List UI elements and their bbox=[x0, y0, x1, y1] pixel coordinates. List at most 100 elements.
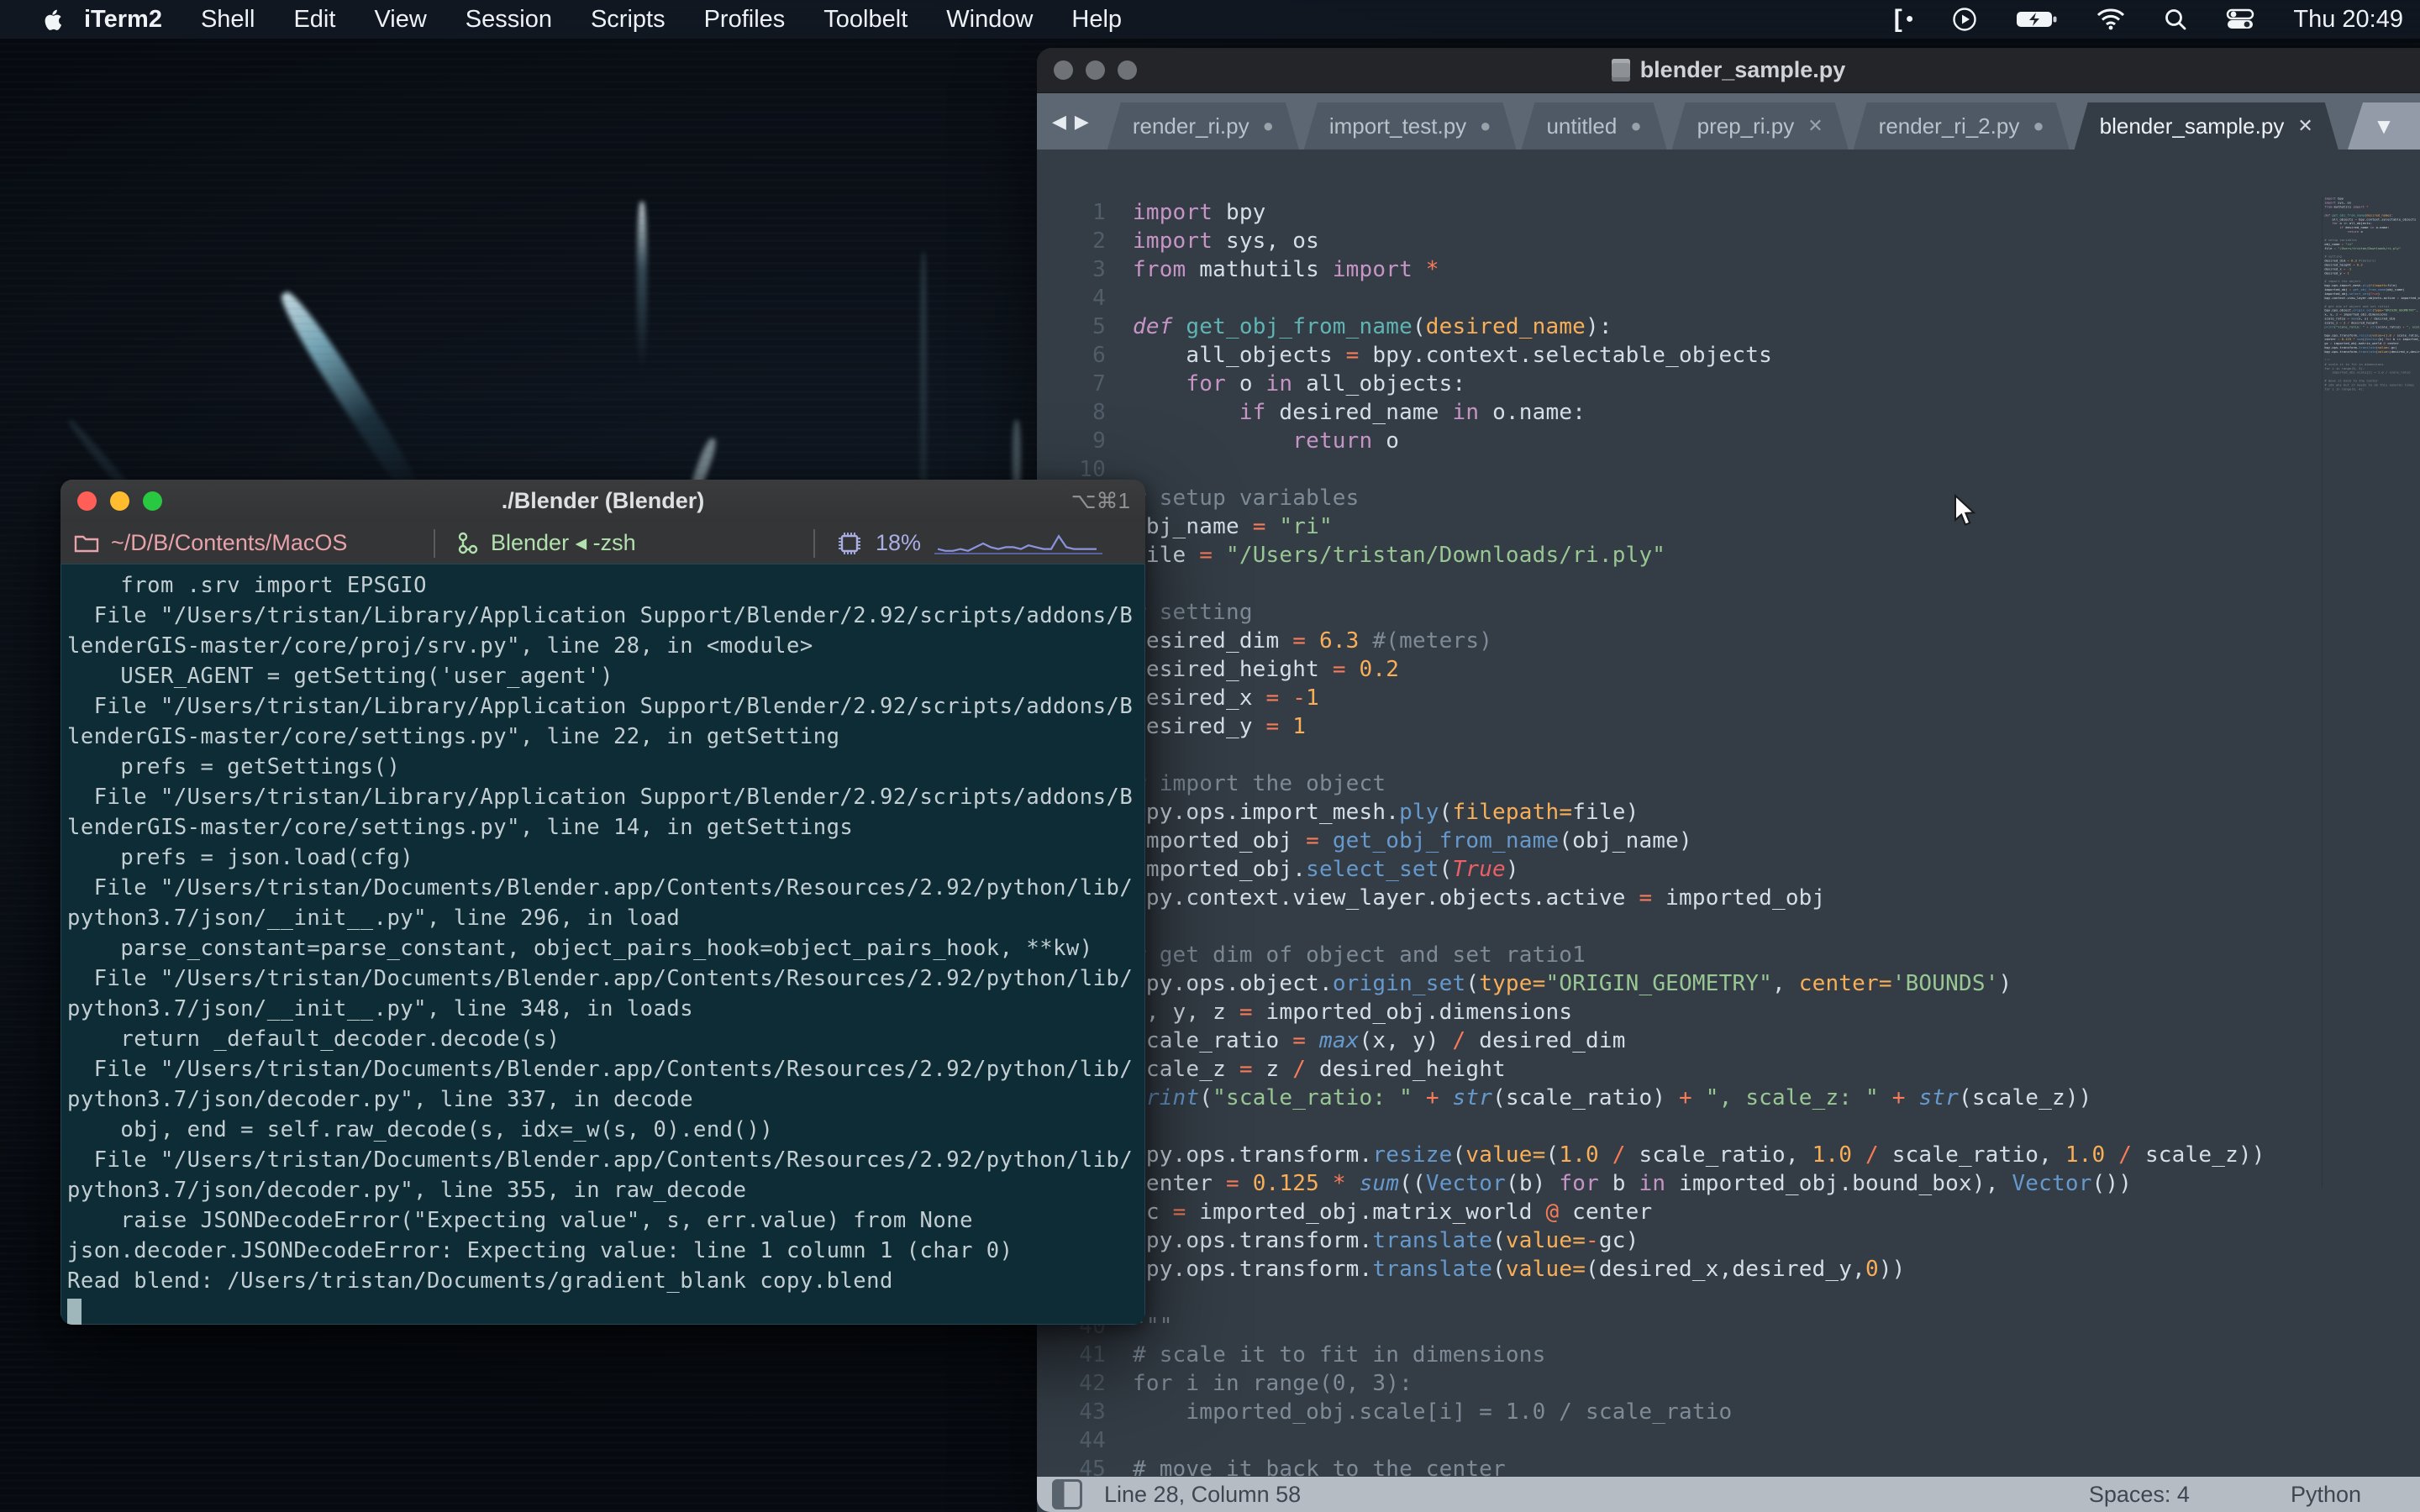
apple-logo-icon bbox=[42, 8, 62, 31]
tab-scroll-left-icon[interactable]: ◀ bbox=[1052, 111, 1066, 133]
code-line[interactable]: 20 bbox=[1037, 741, 2420, 769]
code-line[interactable]: bpy.ops.transform.translate(value=(desir… bbox=[2323, 349, 2420, 354]
terminal-line: python3.7/json/__init__.py", line 348, i… bbox=[67, 994, 1145, 1024]
code-line[interactable]: 30scale_ratio = max(x, y) / desired_dim bbox=[1037, 1026, 2420, 1055]
terminal-line: obj, end = self.raw_decode(s, idx=_w(s, … bbox=[67, 1115, 1145, 1145]
code-line[interactable]: 12obj_name = "ri" bbox=[1037, 512, 2420, 541]
code-line[interactable]: 40""" bbox=[1037, 1312, 2420, 1341]
code-line[interactable]: 10 bbox=[1037, 455, 2420, 484]
code-line[interactable]: 24imported_obj.select_set(True) bbox=[1037, 855, 2420, 884]
code-line[interactable]: 26 bbox=[1037, 912, 2420, 941]
play-circle-icon[interactable] bbox=[1952, 0, 1977, 39]
code-line[interactable]: 6 all_objects = bpy.context.selectable_o… bbox=[1037, 341, 2420, 370]
menu-item-iterm2[interactable]: iTerm2 bbox=[84, 6, 162, 34]
code-line[interactable]: imported_obj.scale[i] = 1.0 / scale_rati… bbox=[2323, 370, 2420, 375]
code-line[interactable]: for i in range(0, 4): bbox=[2323, 387, 2420, 391]
code-line[interactable]: 41# scale it to fit in dimensions bbox=[1037, 1341, 2420, 1369]
code-line[interactable]: 32print("scale_ratio: " + str(scale_rati… bbox=[1037, 1084, 2420, 1112]
code-line[interactable]: 14 bbox=[1037, 570, 2420, 598]
tab-prep_ri.py[interactable]: prep_ri.py✕ bbox=[1672, 102, 1849, 150]
tab-overflow-button[interactable]: ▼ bbox=[2348, 102, 2420, 150]
code-line[interactable]: 1import bpy bbox=[1037, 198, 2420, 227]
tab-close-icon[interactable]: ✕ bbox=[2297, 115, 2312, 137]
battery-charging-icon[interactable] bbox=[2016, 0, 2058, 39]
cpu-component[interactable]: 18% bbox=[815, 530, 1102, 556]
tab-strip: render_ri.py●import_test.py●untitled●pre… bbox=[1107, 102, 2338, 150]
job-component[interactable]: Blender ◂ -zsh bbox=[435, 530, 813, 556]
menu-item-help[interactable]: Help bbox=[1071, 6, 1122, 34]
tab-render_ri_2.py[interactable]: render_ri_2.py● bbox=[1854, 102, 2070, 150]
code-line[interactable]: 5def get_obj_from_name(desired_name): bbox=[1037, 312, 2420, 341]
cwd-component[interactable]: ~/D/B/Contents/MacOS bbox=[60, 530, 434, 556]
menu-item-view[interactable]: View bbox=[374, 6, 426, 34]
code-line[interactable]: 27# get dim of object and set ratio1 bbox=[1037, 941, 2420, 969]
menu-item-session[interactable]: Session bbox=[466, 6, 552, 34]
code-editor-area[interactable]: 1import bpy2import sys, os3from mathutil… bbox=[1037, 197, 2420, 1477]
tab-render_ri.py[interactable]: render_ri.py● bbox=[1107, 102, 1299, 150]
code-line[interactable]: 19desired_y = 1 bbox=[1037, 712, 2420, 741]
tab-untitled[interactable]: untitled● bbox=[1521, 102, 1666, 150]
terminal-output-area[interactable]: from .srv import EPSGIO File "/Users/tri… bbox=[60, 564, 1145, 1325]
code-line[interactable]: 17desired_height = 0.2 bbox=[1037, 655, 2420, 684]
wallpaper-brushstroke bbox=[274, 286, 433, 512]
code-line[interactable]: 16desired_dim = 6.3 #(meters) bbox=[1037, 627, 2420, 655]
code-line[interactable]: 23imported_obj = get_obj_from_name(obj_n… bbox=[1037, 827, 2420, 855]
apple-menu[interactable] bbox=[42, 8, 62, 31]
syntax-setting[interactable]: Python bbox=[2291, 1482, 2361, 1508]
code-line[interactable]: 29x, y, z = imported_obj.dimensions bbox=[1037, 998, 2420, 1026]
code-line[interactable]: 35center = 0.125 * sum((Vector(b) for b … bbox=[1037, 1169, 2420, 1198]
code-line[interactable]: 22bpy.ops.import_mesh.ply(filepath=file) bbox=[1037, 798, 2420, 827]
code-line[interactable]: 37bpy.ops.transform.translate(value=-gc) bbox=[1037, 1226, 2420, 1255]
spotlight-search-icon[interactable] bbox=[2164, 0, 2187, 39]
tab-blender_sample.py[interactable]: blender_sample.py ✕ bbox=[2075, 102, 2338, 150]
tab-close-icon[interactable]: ✕ bbox=[1807, 115, 1823, 137]
code-line[interactable]: bpy.context.view_layer.objects.active = … bbox=[2323, 296, 2420, 300]
tab-scroll-right-icon[interactable]: ▶ bbox=[1075, 111, 1089, 133]
menu-item-scripts[interactable]: Scripts bbox=[591, 6, 666, 34]
menu-item-window[interactable]: Window bbox=[946, 6, 1033, 34]
control-center-icon[interactable] bbox=[2226, 0, 2254, 39]
menu-item-toolbelt[interactable]: Toolbelt bbox=[823, 6, 908, 34]
code-line[interactable]: 8 if desired_name in o.name: bbox=[1037, 398, 2420, 427]
code-line[interactable]: 45# move it back to the center bbox=[1037, 1455, 2420, 1477]
code-line[interactable]: print("scale_ratio: " + str(scale_ratio)… bbox=[2323, 325, 2420, 329]
menu-item-edit[interactable]: Edit bbox=[293, 6, 335, 34]
code-line[interactable]: 25bpy.context.view_layer.objects.active … bbox=[1037, 884, 2420, 912]
terminal-window-title: ./Blender (Blender) bbox=[60, 488, 1145, 514]
tab-label: blender_sample.py bbox=[2100, 113, 2285, 139]
menu-item-profiles[interactable]: Profiles bbox=[704, 6, 786, 34]
code-line[interactable]: 2import sys, os bbox=[1037, 227, 2420, 255]
editor-minimap[interactable]: import bpyimport sys, osfrom mathutils i… bbox=[2322, 197, 2420, 1188]
menu-bar-clock[interactable]: Thu 20:49 bbox=[2293, 6, 2403, 34]
code-line[interactable]: 28bpy.ops.object.origin_set(type="ORIGIN… bbox=[1037, 969, 2420, 998]
code-line[interactable]: 43 imported_obj.scale[i] = 1.0 / scale_r… bbox=[1037, 1398, 2420, 1426]
code-line[interactable]: 38bpy.ops.transform.translate(value=(des… bbox=[1037, 1255, 2420, 1284]
editor-title-bar[interactable]: blender_sample.py bbox=[1037, 48, 2420, 93]
sidebar-toggle-icon[interactable] bbox=[1052, 1479, 1082, 1509]
code-line[interactable]: 9 return o bbox=[1037, 427, 2420, 455]
terminal-cursor bbox=[67, 1299, 82, 1325]
code-line[interactable]: 21# import the object bbox=[1037, 769, 2420, 798]
code-line[interactable]: 18desired_x = -1 bbox=[1037, 684, 2420, 712]
code-line[interactable]: 7 for o in all_objects: bbox=[1037, 370, 2420, 398]
wifi-icon[interactable] bbox=[2096, 0, 2125, 39]
screen-capture-icon[interactable]: [● bbox=[1894, 0, 1914, 39]
code-line[interactable]: 13file = "/Users/tristan/Downloads/ri.pl… bbox=[1037, 541, 2420, 570]
code-line[interactable]: 39 bbox=[1037, 1284, 2420, 1312]
code-line[interactable]: 31scale_z = z / desired_height bbox=[1037, 1055, 2420, 1084]
terminal-title-bar[interactable]: ./Blender (Blender) ⌥⌘1 bbox=[60, 480, 1145, 523]
code-line[interactable]: 33 bbox=[1037, 1112, 2420, 1141]
code-line[interactable]: 36gc = imported_obj.matrix_world @ cente… bbox=[1037, 1198, 2420, 1226]
code-line[interactable]: 4 bbox=[1037, 284, 2420, 312]
code-line[interactable]: 11# setup variables bbox=[1037, 484, 2420, 512]
code-line[interactable]: 15# setting bbox=[1037, 598, 2420, 627]
code-line[interactable]: 34bpy.ops.transform.resize(value=(1.0 / … bbox=[1037, 1141, 2420, 1169]
indentation-setting[interactable]: Spaces: 4 bbox=[2089, 1482, 2190, 1508]
code-line[interactable]: 3from mathutils import * bbox=[1037, 255, 2420, 284]
menu-item-shell[interactable]: Shell bbox=[201, 6, 255, 34]
code-line[interactable]: 44 bbox=[1037, 1426, 2420, 1455]
app-menus: iTerm2 Shell Edit View Session Scripts Profile… bbox=[84, 6, 1160, 34]
tab-import_test.py[interactable]: import_test.py● bbox=[1304, 102, 1517, 150]
code-line[interactable]: 42for i in range(0, 3): bbox=[1037, 1369, 2420, 1398]
terminal-line: File "/Users/tristan/Documents/Blender.a… bbox=[67, 963, 1145, 994]
